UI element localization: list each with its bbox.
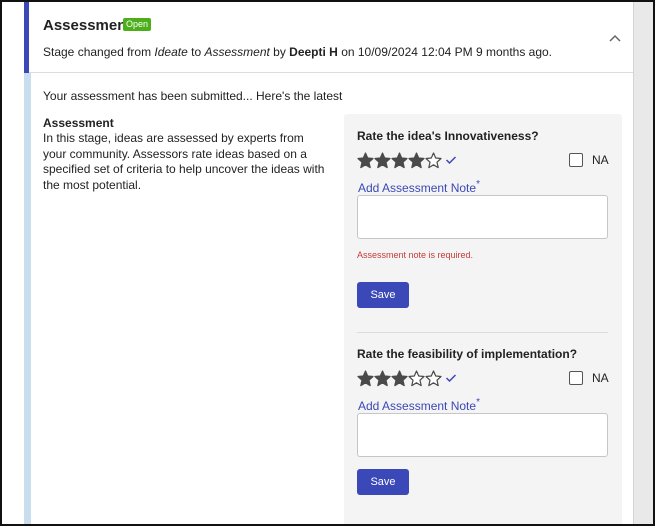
star-filled-icon[interactable]: [408, 151, 425, 169]
assessment-note-input[interactable]: [357, 413, 608, 457]
chevron-up-icon[interactable]: [608, 33, 622, 43]
changed-by-user[interactable]: Deepti H: [289, 45, 338, 59]
description-text: In this stage, ideas are assessed by exp…: [43, 131, 325, 192]
assessment-note-input[interactable]: [357, 195, 608, 239]
star-empty-icon[interactable]: [425, 369, 442, 387]
question-title: Rate the idea's Innovativeness?: [357, 129, 539, 143]
na-checkbox[interactable]: [569, 153, 583, 167]
app-frame: Assessment Open Stage changed from Ideat…: [0, 0, 655, 526]
side-stripe: [24, 73, 31, 524]
star-filled-icon[interactable]: [391, 151, 408, 169]
description-title: Assessment: [43, 116, 114, 130]
star-rating[interactable]: [357, 151, 457, 169]
to-stage: Assessment: [204, 45, 270, 59]
from-stage: Ideate: [154, 45, 188, 59]
required-marker: *: [476, 179, 480, 190]
stage-change-to: to: [187, 45, 205, 59]
stage-change-info: Stage changed from Ideate to Assessment …: [43, 45, 552, 59]
star-empty-icon[interactable]: [408, 369, 425, 387]
star-filled-icon[interactable]: [357, 369, 374, 387]
checkmark-icon: [445, 374, 457, 383]
question-title: Rate the feasibility of implementation?: [357, 347, 578, 361]
star-filled-icon[interactable]: [391, 369, 408, 387]
required-marker: *: [476, 397, 480, 408]
status-badge: Open: [123, 18, 152, 31]
question-divider: [357, 332, 608, 333]
stage-change-date: on 10/09/2024 12:04 PM 9 months ago.: [337, 45, 553, 59]
checkmark-icon: [445, 156, 457, 165]
note-label: Add Assessment Note*: [358, 179, 480, 195]
note-label-text: Add Assessment Note: [358, 399, 477, 413]
question-block-innovativeness: Rate the idea's Innovativeness? NA Add A…: [357, 129, 612, 319]
stage-title: Assessment: [43, 17, 132, 34]
save-button[interactable]: Save: [357, 282, 409, 308]
stage-card: Assessment Open Stage changed from Ideat…: [24, 2, 636, 524]
question-block-feasibility: Rate the feasibility of implementation? …: [357, 347, 612, 517]
assessment-panel: Rate the idea's Innovativeness? NA Add A…: [344, 114, 622, 524]
note-label-text: Add Assessment Note: [358, 181, 477, 195]
stage-header[interactable]: Assessment Open Stage changed from Ideat…: [24, 2, 636, 73]
scrollbar[interactable]: [633, 2, 653, 524]
star-filled-icon[interactable]: [374, 369, 391, 387]
star-filled-icon[interactable]: [374, 151, 391, 169]
na-checkbox[interactable]: [569, 371, 583, 385]
na-option[interactable]: NA: [569, 153, 609, 167]
star-rating[interactable]: [357, 369, 457, 387]
na-label: NA: [592, 153, 609, 167]
star-empty-icon[interactable]: [425, 151, 442, 169]
stage-body: Your assessment has been submitted... He…: [24, 73, 636, 524]
star-filled-icon[interactable]: [357, 151, 374, 169]
accent-bar: [24, 2, 29, 73]
note-error-message: Assessment note is required.: [357, 250, 474, 260]
save-button[interactable]: Save: [357, 469, 409, 495]
submitted-message: Your assessment has been submitted... He…: [43, 89, 343, 103]
na-option[interactable]: NA: [569, 371, 609, 385]
stage-change-prefix: Stage changed from: [43, 45, 155, 59]
na-label: NA: [592, 371, 609, 385]
note-label: Add Assessment Note*: [358, 397, 480, 413]
stage-change-by: by: [269, 45, 290, 59]
